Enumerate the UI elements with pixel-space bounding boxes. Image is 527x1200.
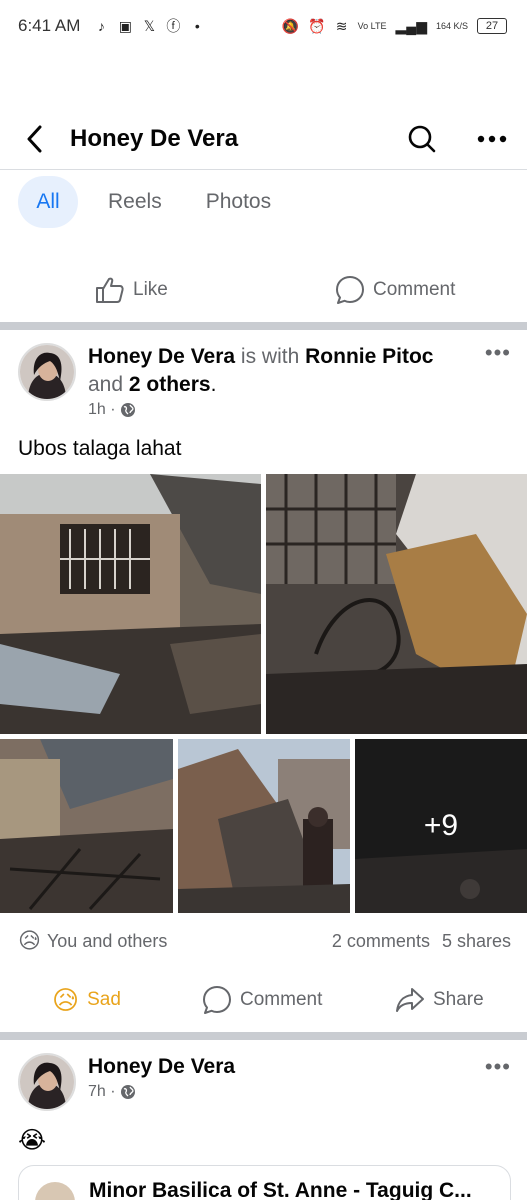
page-title: Honey De Vera — [70, 124, 239, 152]
sad-button[interactable]: 😥 Sad — [52, 985, 121, 1016]
post-more-button[interactable]: ••• — [485, 1054, 511, 1080]
post-time: 7h · — [88, 1083, 116, 1100]
avatar[interactable] — [18, 343, 76, 401]
comments-count[interactable]: 2 comments — [332, 931, 430, 952]
battery-icon: 27 — [477, 18, 507, 34]
tiktok-icon: ♪ — [97, 18, 105, 34]
back-arrow-icon — [27, 125, 42, 152]
others-link[interactable]: 2 others — [129, 373, 211, 396]
post-stats: 😥 You and others 2 comments 5 shares — [18, 928, 511, 954]
app-icon: ▣ — [118, 17, 132, 34]
period-text: . — [210, 373, 217, 396]
page-header: Honey De Vera — [0, 108, 527, 170]
post-photo[interactable] — [178, 739, 350, 913]
more-photos-count: +9 — [423, 809, 459, 842]
share-label: Share — [433, 989, 484, 1010]
and-text: and — [88, 373, 124, 396]
comment-label: Comment — [373, 279, 456, 300]
sad-icon: 😥 — [52, 984, 80, 1015]
post-emoji: 😭 — [18, 1127, 47, 1154]
avatar[interactable] — [18, 1053, 76, 1111]
alarm-icon: ⏰ — [308, 17, 326, 34]
post-timestamp: 1h · — [88, 401, 468, 419]
x-icon: 𝕏 — [143, 17, 156, 34]
back-button[interactable] — [0, 124, 70, 154]
comment-button[interactable]: Comment — [202, 985, 322, 1015]
share-button[interactable]: Share — [395, 986, 484, 1014]
reactions-text[interactable]: You and others — [47, 931, 167, 952]
post-divider — [0, 1032, 527, 1040]
with-text: is with — [240, 345, 300, 368]
post-more-button[interactable]: ••• — [485, 340, 511, 366]
search-button[interactable] — [387, 124, 457, 154]
post-divider — [0, 322, 527, 330]
author-name[interactable]: Honey De Vera — [88, 345, 235, 368]
comment-label: Comment — [240, 989, 323, 1010]
more-icon: ••• — [484, 340, 511, 365]
tab-reels[interactable]: Reels — [94, 176, 176, 228]
tab-photos[interactable]: Photos — [192, 176, 285, 228]
filter-tabs: All Reels Photos — [18, 176, 285, 228]
like-icon — [96, 277, 124, 303]
author-name[interactable]: Honey De Vera — [88, 1055, 235, 1078]
post-actions: 😥 Sad Comment Share — [0, 978, 527, 1022]
post-header: Honey De Vera is with Ronnie Pitoc and 2… — [18, 343, 468, 419]
status-time: 6:41 AM — [18, 16, 81, 35]
sad-reaction-icon: 😥 — [18, 928, 41, 953]
signal-icon: ▂▄▆ — [395, 17, 427, 34]
post-timestamp: 7h · — [88, 1083, 468, 1101]
search-icon — [408, 125, 436, 152]
post-header: Honey De Vera 7h · — [18, 1053, 468, 1111]
previous-post-actions: Like Comment — [0, 268, 527, 312]
post-text: Ubos talaga lahat — [18, 437, 182, 460]
link-preview-card[interactable]: Minor Basilica of St. Anne - Taguig C... — [18, 1165, 511, 1200]
comment-button[interactable]: Comment — [335, 275, 455, 305]
shares-count[interactable]: 5 shares — [442, 931, 511, 952]
post-photo[interactable] — [266, 474, 527, 734]
post-photo[interactable] — [0, 474, 261, 734]
like-label: Like — [133, 279, 168, 300]
comment-icon — [203, 986, 231, 1014]
wifi-icon: ≋ — [335, 17, 348, 34]
link-title: Minor Basilica of St. Anne - Taguig C... — [89, 1179, 472, 1200]
mute-icon: 🔕 — [281, 17, 300, 34]
more-icon — [477, 135, 507, 142]
post-title: Honey De Vera — [88, 1053, 468, 1081]
globe-icon — [120, 1085, 135, 1099]
globe-icon — [120, 403, 135, 417]
share-icon — [396, 988, 424, 1012]
link-thumbnail — [35, 1182, 75, 1200]
post-time: 1h · — [88, 401, 116, 418]
comment-icon — [336, 276, 364, 304]
post-photo[interactable] — [0, 739, 173, 913]
facebook-icon: ⓕ — [166, 18, 181, 34]
dot-icon: • — [194, 18, 200, 34]
sad-label: Sad — [87, 989, 121, 1010]
tagged-name[interactable]: Ronnie Pitoc — [305, 345, 433, 368]
status-bar: 6:41 AM ♪ ▣ 𝕏 ⓕ • 🔕 ⏰ ≋ Vo LTE ▂▄▆ 164 K… — [0, 0, 527, 52]
more-options-button[interactable] — [457, 135, 527, 143]
network-label: Vo LTE — [357, 20, 387, 31]
post-photo-more[interactable]: +9 — [355, 739, 527, 913]
speed-label: 164 K/S — [435, 20, 468, 31]
more-icon: ••• — [484, 1054, 511, 1079]
like-button[interactable]: Like — [95, 276, 168, 304]
tab-all[interactable]: All — [18, 176, 78, 228]
post-title: Honey De Vera is with Ronnie Pitoc and 2… — [88, 343, 468, 399]
